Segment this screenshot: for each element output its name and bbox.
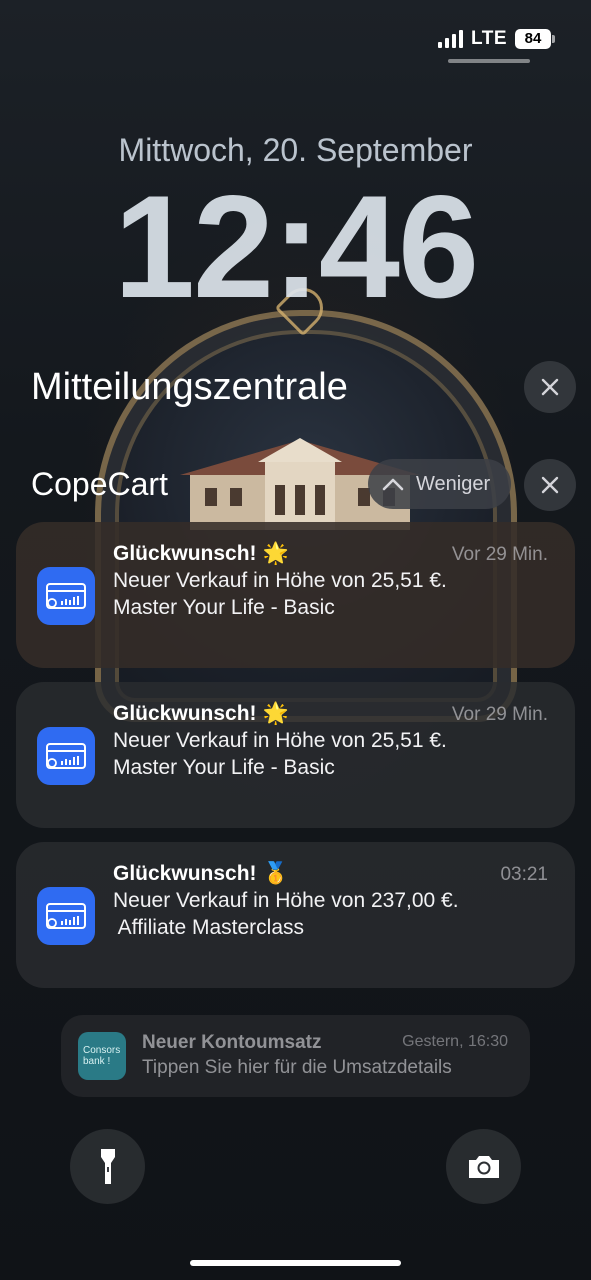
medal-emoji: 🥇 <box>262 862 289 885</box>
notification-time: Vor 29 Min. <box>451 704 548 725</box>
show-less-label: Weniger <box>416 472 491 495</box>
clear-all-button[interactable] <box>524 361 576 413</box>
notification-title: Glückwunsch! 🌟 <box>113 702 289 725</box>
credit-card-chart-icon <box>37 727 95 785</box>
cellular-signal-icon <box>438 30 464 48</box>
status-bar: LTE 84 <box>438 28 555 50</box>
battery-icon: 84 <box>515 29 555 49</box>
star-emoji: 🌟 <box>262 542 289 565</box>
status-indicator-bar <box>448 59 530 63</box>
notification-card[interactable]: Glückwunsch! 🌟 Vor 29 Min. Neuer Verkauf … <box>16 682 575 828</box>
notification-card[interactable]: Glückwunsch! 🌟 Vor 29 Min. Neuer Verkauf … <box>16 522 575 668</box>
notification-time: Vor 29 Min. <box>451 544 548 565</box>
notification-title: Glückwunsch! 🥇 <box>113 862 289 885</box>
notification-body-line-1: Neuer Verkauf in Höhe von 25,51 €. <box>113 569 447 592</box>
close-icon <box>541 476 559 494</box>
flashlight-button[interactable] <box>70 1129 145 1204</box>
show-less-button[interactable]: Weniger <box>368 459 511 509</box>
notification-body-line-2: Affiliate Masterclass <box>113 916 305 939</box>
notification-body-line-1: Neuer Verkauf in Höhe von 237,00 €. <box>113 889 459 912</box>
network-type: LTE <box>471 28 507 49</box>
chevron-up-icon <box>382 478 404 491</box>
notification-body-line-1: Neuer Verkauf in Höhe von 25,51 €. <box>113 729 447 752</box>
clear-group-button[interactable] <box>524 459 576 511</box>
bank-notification-title: Neuer Kontoumsatz <box>142 1032 322 1053</box>
credit-card-chart-icon <box>37 567 95 625</box>
notification-group-title: CopeCart <box>31 466 168 502</box>
notification-title: Glückwunsch! 🌟 <box>113 542 289 565</box>
bank-notification-card[interactable]: Consors bank ! Neuer Kontoumsatz Gestern… <box>61 1015 530 1097</box>
lockscreen-time: 12:46 <box>113 165 479 328</box>
star-emoji: 🌟 <box>262 702 289 725</box>
bank-notification-text: Tippen Sie hier für die Umsatzdetails <box>142 1057 452 1078</box>
bank-notification-time: Gestern, 16:30 <box>402 1033 508 1050</box>
notification-body-line-2: Master Your Life - Basic <box>113 756 335 779</box>
consorsbank-app-icon: Consors bank ! <box>78 1032 126 1080</box>
camera-icon <box>468 1155 499 1178</box>
flashlight-icon <box>100 1148 115 1184</box>
lockscreen-date: Mittwoch, 20. September <box>118 132 473 168</box>
notification-center-title: Mitteilungszentrale <box>31 366 348 408</box>
notification-body-line-2: Master Your Life - Basic <box>113 596 335 619</box>
close-icon <box>541 378 559 396</box>
notification-card[interactable]: Glückwunsch! 🥇 03:21 Neuer Verkauf in Höh… <box>16 842 575 988</box>
notification-time: 03:21 <box>500 864 548 885</box>
credit-card-chart-icon <box>37 887 95 945</box>
home-indicator[interactable] <box>190 1260 401 1266</box>
camera-button[interactable] <box>446 1129 521 1204</box>
